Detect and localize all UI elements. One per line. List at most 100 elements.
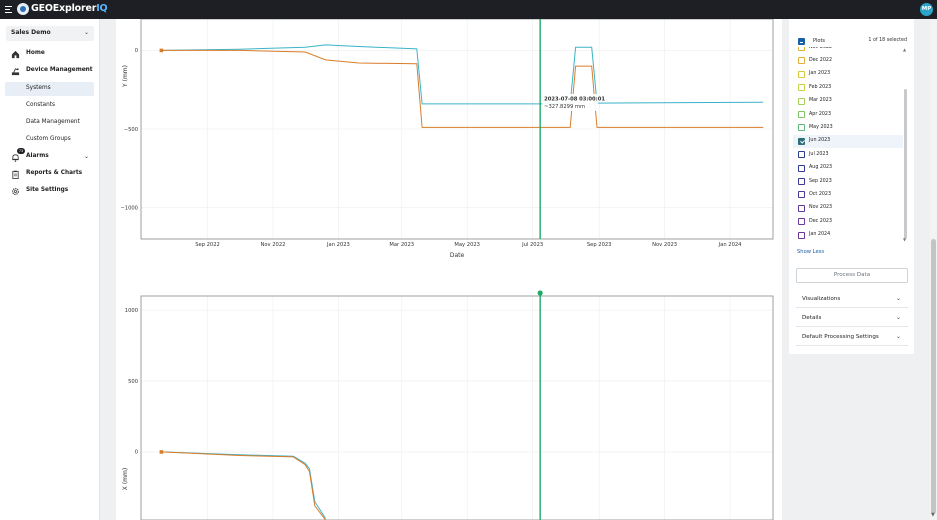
plot-list-item[interactable]: Mar 2023 bbox=[793, 95, 903, 108]
plot-label: May 2023 bbox=[809, 124, 833, 130]
window-scroll-thumb[interactable] bbox=[931, 239, 936, 514]
bell-icon bbox=[12, 154, 19, 162]
org-selector[interactable]: Sales Demo ⌄ bbox=[6, 26, 94, 41]
org-selector-label: Sales Demo bbox=[11, 29, 51, 36]
x-tick-label: Nov 2022 bbox=[260, 242, 285, 248]
nav-device-management[interactable]: Device Management ⌃ bbox=[0, 64, 100, 78]
plot-checkbox[interactable] bbox=[798, 111, 805, 118]
x-tick-label: Nov 2023 bbox=[652, 242, 677, 248]
x-axis-title: Date bbox=[450, 252, 465, 259]
nav-constants[interactable]: Constants bbox=[0, 99, 100, 113]
series-line bbox=[161, 44, 764, 105]
y-displacement-chart: Sep 2022 Nov 2022 Jan 2023 Mar 2023 May 2023… bbox=[120, 19, 774, 259]
nav-systems[interactable]: Systems bbox=[5, 82, 94, 96]
x-tick-label: Jan 2024 bbox=[718, 242, 743, 248]
accordion-default-processing-settings[interactable]: Default Processing Settings ⌄ bbox=[796, 327, 908, 346]
plot-checkbox[interactable] bbox=[798, 57, 805, 65]
plot-label: Jul 2023 bbox=[809, 151, 829, 157]
plot-list-item[interactable]: Apr 2023 bbox=[793, 108, 903, 121]
nav-custom-groups-label: Custom Groups bbox=[26, 136, 71, 142]
menu-icon[interactable] bbox=[5, 5, 13, 14]
plot-label: Sep 2023 bbox=[809, 178, 832, 184]
nav-reports-charts[interactable]: Reports & Charts bbox=[0, 167, 100, 181]
plot-checkbox[interactable] bbox=[798, 204, 805, 212]
brand-logo[interactable]: GEOExplorerIQ bbox=[31, 3, 108, 14]
nav-custom-groups[interactable]: Custom Groups bbox=[0, 133, 100, 147]
plot-label: Dec 2022 bbox=[809, 57, 833, 63]
plot-checkbox[interactable] bbox=[798, 124, 805, 132]
y-axis-title: X (mm) bbox=[122, 468, 129, 490]
plot-checkbox[interactable] bbox=[798, 47, 805, 51]
plot-checkbox[interactable] bbox=[798, 97, 805, 105]
plot-checkbox[interactable] bbox=[798, 218, 805, 226]
cursor-handle bbox=[537, 290, 543, 296]
plot-list-item[interactable]: Aug 2023 bbox=[793, 162, 903, 175]
scroll-up-icon[interactable]: ▲ bbox=[903, 47, 906, 52]
chevron-down-icon: ⌄ bbox=[895, 295, 901, 302]
charts-svg[interactable]: Sep 2022 Nov 2022 Jan 2023 Mar 2023 May 2023… bbox=[116, 19, 782, 520]
window-scrollbar[interactable]: ▼ bbox=[930, 19, 937, 520]
nav-site-settings-label: Site Settings bbox=[26, 187, 69, 193]
x-tick-label: Mar 2023 bbox=[389, 242, 414, 248]
plot-list-item[interactable]: Sep 2023 bbox=[793, 175, 903, 188]
nav-site-settings[interactable]: Site Settings bbox=[0, 184, 100, 198]
chevron-down-icon: ⌄ bbox=[895, 314, 901, 321]
plot-checkbox[interactable] bbox=[798, 84, 805, 92]
plot-checkbox[interactable] bbox=[798, 164, 805, 172]
y-tick-label: 0 bbox=[135, 48, 138, 54]
plot-label: Nov 2023 bbox=[809, 205, 833, 211]
x-tick-label: Sep 2023 bbox=[587, 242, 612, 248]
y-tick-label: −1000 bbox=[120, 205, 138, 211]
plot-label: Jan 2023 bbox=[809, 71, 831, 77]
plot-list-item[interactable]: May 2023 bbox=[793, 121, 903, 134]
plot-label: Apr 2023 bbox=[809, 111, 832, 117]
x-tick-label: Jul 2023 bbox=[521, 242, 543, 248]
scroll-down-icon[interactable]: ▼ bbox=[903, 237, 906, 242]
plot-list-item[interactable]: Jan 2024 bbox=[793, 229, 903, 242]
accordion-visualizations[interactable]: Visualizations ⌄ bbox=[796, 289, 908, 308]
y-tick-label: −500 bbox=[124, 127, 138, 133]
plot-list-item[interactable]: Dec 2022 bbox=[793, 54, 903, 67]
plot-list-scroll-thumb[interactable] bbox=[903, 89, 907, 239]
plot-list-item[interactable]: Nov 2022 bbox=[793, 47, 903, 54]
plot-list-item[interactable]: Jun 2023 bbox=[793, 134, 903, 148]
plot-list-item[interactable]: Jul 2023 bbox=[793, 148, 903, 161]
plot-list: Nov 2022 Dec 2022 Jan 2023 Feb 2023 Mar 2023… bbox=[793, 47, 903, 243]
y-axis-title: Y (mm) bbox=[122, 65, 129, 88]
plot-list-item[interactable]: Jan 2023 bbox=[793, 68, 903, 81]
nav-data-management[interactable]: Data Management bbox=[0, 116, 100, 130]
plot-list-scrollbar[interactable]: ▲ ▼ bbox=[903, 47, 907, 243]
plot-list-item[interactable]: Nov 2023 bbox=[793, 202, 903, 215]
plot-list-item[interactable]: Dec 2023 bbox=[793, 215, 903, 228]
accordion-default-processing-settings-label: Default Processing Settings bbox=[802, 334, 879, 340]
plot-label: Feb 2023 bbox=[809, 84, 832, 90]
y-tick-label: 1000 bbox=[125, 308, 138, 314]
nav-device-management-label: Device Management bbox=[26, 67, 93, 73]
plot-checkbox[interactable] bbox=[798, 70, 805, 78]
brand-accent: IQ bbox=[96, 3, 108, 14]
plot-checkbox[interactable] bbox=[798, 231, 805, 239]
user-avatar[interactable]: MP bbox=[920, 3, 933, 16]
plot-label: Oct 2023 bbox=[809, 191, 832, 197]
show-less-link[interactable]: Show Less bbox=[797, 249, 824, 255]
plot-list-item[interactable]: Oct 2023 bbox=[793, 188, 903, 201]
plot-checkbox[interactable] bbox=[798, 178, 805, 185]
plot-checkbox[interactable] bbox=[798, 137, 805, 145]
scroll-down-icon[interactable]: ▼ bbox=[931, 512, 935, 518]
plots-header: Plots 1 of 18 selected bbox=[797, 37, 907, 47]
plot-label: Mar 2023 bbox=[809, 98, 832, 104]
x-tick-label: Sep 2022 bbox=[195, 242, 220, 248]
plot-list-item[interactable]: Feb 2023 bbox=[793, 81, 903, 94]
tooltip-title: 2023-07-08 03:00:01 bbox=[544, 96, 605, 102]
plot-checkbox[interactable] bbox=[798, 151, 805, 159]
plots-panel: Plots 1 of 18 selected Nov 2022 Dec 2022 J… bbox=[789, 19, 914, 354]
process-data-button[interactable]: Process Data bbox=[796, 268, 908, 283]
device-icon bbox=[11, 68, 20, 76]
plot-checkbox[interactable] bbox=[798, 191, 805, 199]
nav-alarms[interactable]: 73 Alarms ⌄ bbox=[0, 148, 100, 164]
accordion-details[interactable]: Details ⌄ bbox=[796, 308, 908, 327]
tooltip-value: ~327.8299 mm bbox=[544, 104, 585, 110]
select-all-checkbox[interactable] bbox=[798, 38, 805, 45]
nav-home[interactable]: Home bbox=[0, 47, 100, 61]
series-line bbox=[161, 451, 326, 520]
